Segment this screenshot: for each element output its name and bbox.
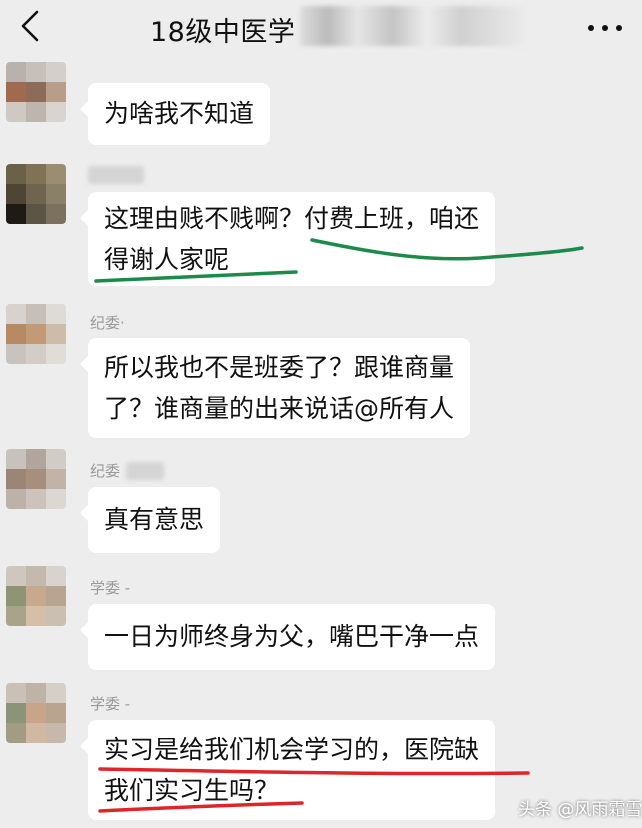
message-bubble[interactable]: 实习是给我们机会学习的，医院缺 我们实习生吗？ bbox=[79, 720, 496, 820]
message-text-line: 得谢人家呢 bbox=[104, 245, 230, 274]
watermark: 头条 @风雨霜雪 bbox=[518, 800, 642, 820]
message-bubble[interactable]: 真有意思 bbox=[79, 487, 221, 553]
avatar[interactable] bbox=[6, 566, 66, 626]
message-text: 一日为师终身为父，嘴巴干净一点 bbox=[104, 622, 480, 651]
message-text: 真有意思 bbox=[104, 505, 205, 534]
message-text-line: 这理由贱不贱啊？付费上班，咱还 bbox=[104, 204, 480, 233]
avatar[interactable] bbox=[6, 683, 66, 743]
sender-name-redaction bbox=[88, 166, 144, 184]
avatar[interactable] bbox=[6, 449, 66, 509]
more-options-button[interactable] bbox=[580, 14, 630, 42]
sender-name: 学委 - bbox=[90, 695, 131, 713]
sender-name-redaction bbox=[126, 462, 164, 480]
message-text-line: 我们实习生吗？ bbox=[104, 776, 280, 805]
sender-name: 纪委· bbox=[90, 314, 125, 332]
title-redaction-blur bbox=[300, 6, 530, 46]
message-text: 为啥我不知道 bbox=[104, 99, 255, 128]
sender-name: 纪委 bbox=[90, 462, 121, 480]
avatar[interactable] bbox=[6, 164, 66, 224]
message-bubble[interactable]: 一日为师终身为父，嘴巴干净一点 bbox=[79, 604, 496, 670]
avatar[interactable] bbox=[6, 62, 66, 122]
avatar[interactable] bbox=[6, 304, 66, 364]
chevron-left-icon bbox=[21, 10, 39, 42]
chat-header: 18级中医学 bbox=[0, 0, 642, 56]
chat-title: 18级中医学 bbox=[150, 17, 296, 48]
message-bubble[interactable]: 所以我也不是班委了？跟谁商量 了？谁商量的出来说话@所有人 bbox=[79, 338, 471, 438]
message-bubble[interactable]: 这理由贱不贱啊？付费上班，咱还 得谢人家呢 bbox=[79, 192, 496, 286]
sender-name: 学委 - bbox=[90, 579, 131, 597]
message-text-line: 所以我也不是班委了？跟谁商量 bbox=[104, 353, 455, 382]
message-text-line: 实习是给我们机会学习的，医院缺 bbox=[104, 735, 480, 764]
more-horizontal-icon bbox=[588, 25, 594, 31]
message-bubble[interactable]: 为啥我不知道 bbox=[79, 83, 271, 145]
message-text-line: 了？谁商量的出来说话@所有人 bbox=[104, 394, 455, 423]
back-button[interactable] bbox=[10, 6, 50, 46]
